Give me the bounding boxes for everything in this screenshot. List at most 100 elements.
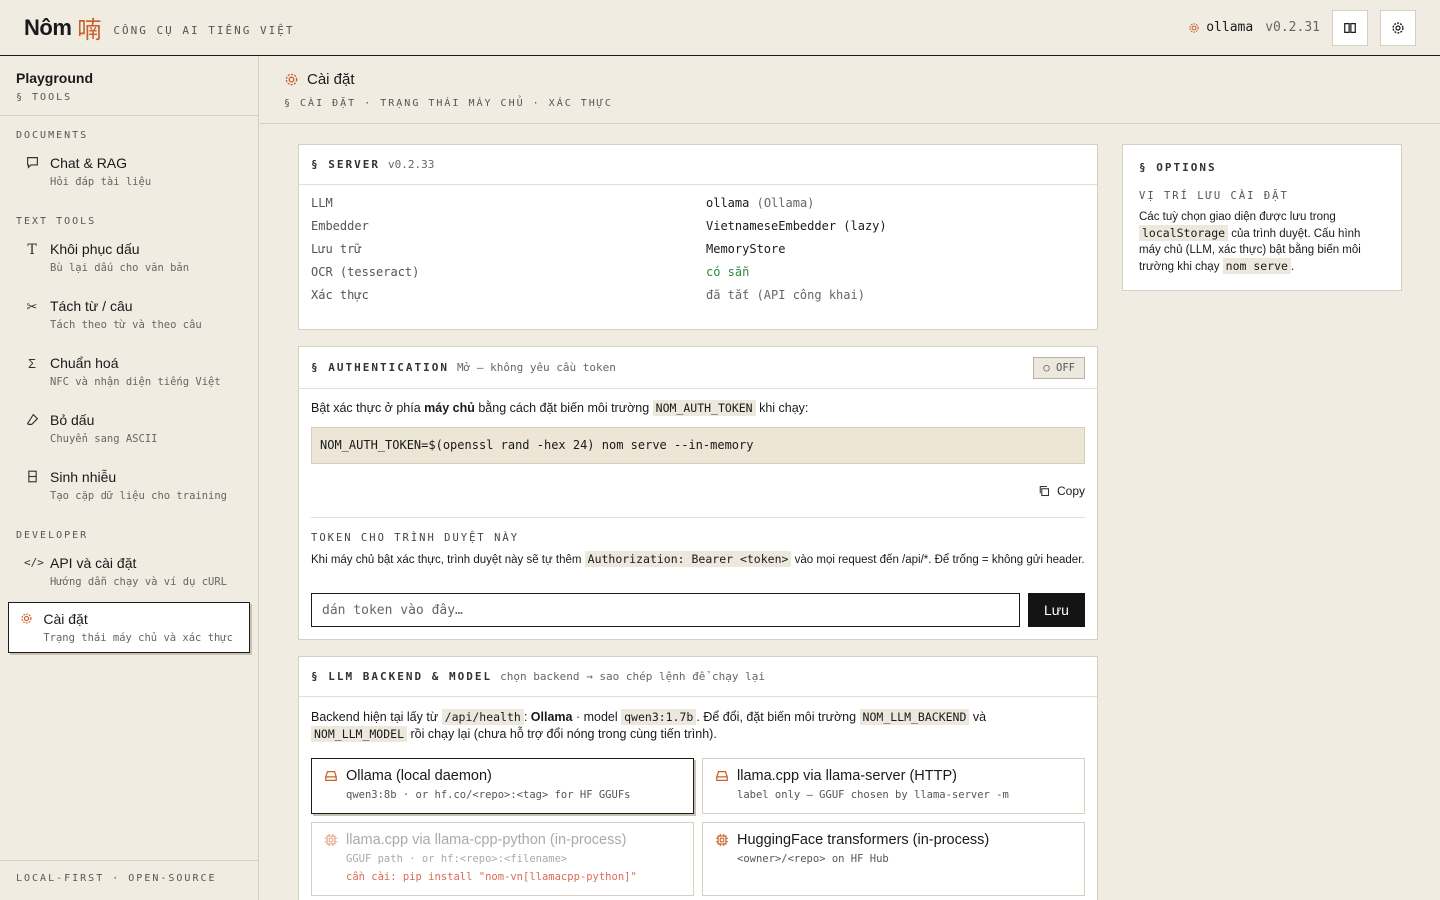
sidebar-item-label: Sinh nhiễu	[50, 469, 117, 485]
drive-icon	[325, 771, 337, 781]
settings-button[interactable]	[1380, 9, 1416, 46]
eraser-icon	[24, 412, 40, 445]
backend-option-llama-server[interactable]: llama.cpp via llama-server (HTTP) label …	[702, 758, 1085, 814]
token-input[interactable]	[311, 593, 1020, 627]
page-title-row: Cài đặt	[284, 71, 1416, 88]
sidebar-item-desc: Trạng thái máy chủ và xác thực	[43, 632, 233, 644]
backend-name: llama.cpp via llama-server (HTTP)	[737, 768, 957, 784]
tagline: CÔNG CỤ AI TIẾNG VIỆT	[113, 24, 295, 37]
section-developer: DEVELOPER	[16, 530, 89, 541]
gear-icon	[1189, 22, 1199, 33]
token-label: TOKEN CHO TRÌNH DUYỆT NÀY	[311, 532, 520, 544]
backend-name: Ollama (local daemon)	[346, 768, 492, 784]
copy-icon	[1039, 485, 1050, 497]
server-card-header: § SERVER v0.2.33	[299, 145, 1097, 185]
data-icon	[24, 469, 40, 502]
backend-name: llama.cpp via llama-cpp-python (in-proce…	[346, 832, 627, 848]
sidebar: Playground § TOOLS DOCUMENTS Chat & RAG H…	[0, 56, 259, 900]
backend-option-ollama[interactable]: Ollama (local daemon) qwen3:8b · or hf.c…	[311, 758, 694, 814]
auth-status-badge: ○ OFF	[1033, 356, 1085, 379]
llm-description: Backend hiện tại lấy từ /api/health: Oll…	[311, 709, 987, 742]
backend-hint: qwen3:8b · or hf.co/<repo>:<tag> for HF …	[346, 789, 631, 801]
text-icon: T	[27, 242, 37, 258]
token-help: Khi máy chủ bật xác thực, trình duyệt nà…	[311, 551, 1085, 567]
sidebar-item-khoi-phuc-dau[interactable]: T Khôi phục dấu Bù lại dấu cho văn bản	[8, 233, 250, 282]
auth-subtitle: Mở — không yêu cầu token	[456, 361, 616, 374]
sidebar-item-label: Chuẩn hoá	[50, 355, 119, 371]
server-key: Xác thực	[311, 288, 369, 302]
sidebar-item-desc: Hỏi đáp tài liệu	[50, 176, 152, 188]
server-key: Lưu trữ	[311, 242, 362, 256]
server-info: LLM ollama (Ollama) Embedder VietnameseE…	[299, 185, 1097, 302]
section-text-tools: TEXT TOOLS	[16, 216, 97, 227]
backend-hint: GGUF path · or hf:<repo>:<filename>	[346, 853, 568, 865]
sidebar-title: Playground	[16, 70, 94, 86]
server-value: VietnameseEmbedder (lazy)	[706, 219, 887, 233]
sigma-icon: Σ	[27, 356, 37, 371]
sidebar-item-desc: Hướng dẫn chạy và ví dụ cURL	[50, 576, 228, 588]
auth-divider	[311, 517, 1085, 518]
page-title: Cài đặt	[307, 71, 355, 88]
sidebar-item-tach-tu[interactable]: ✂ Tách từ / câu Tách theo từ và theo câu	[8, 290, 250, 339]
backend-option-transformers[interactable]: HuggingFace transformers (in-process) <o…	[702, 822, 1085, 896]
sidebar-item-label: Chat & RAG	[50, 155, 128, 171]
sidebar-item-chat-rag[interactable]: Chat & RAG Hỏi đáp tài liệu	[8, 147, 250, 196]
chat-icon	[24, 155, 40, 188]
llm-card: § LLM BACKEND & MODEL chọn backend → sao…	[298, 656, 1098, 900]
brand-name[interactable]: Nôm	[24, 15, 72, 41]
llm-title: § LLM BACKEND & MODEL	[311, 670, 493, 683]
brand-glyph: 喃	[77, 16, 102, 44]
sidebar-item-desc: Chuyển sang ASCII	[50, 433, 158, 445]
server-key: OCR (tesseract)	[311, 265, 420, 279]
llm-subtitle: chọn backend → sao chép lệnh để chạy lại	[500, 670, 765, 683]
llm-card-header: § LLM BACKEND & MODEL chọn backend → sao…	[299, 657, 1097, 697]
chip-icon	[715, 833, 729, 847]
auth-intro: Bật xác thực ở phía máy chủ bằng cách đặ…	[311, 400, 809, 416]
options-card-header: § OPTIONS	[1139, 161, 1385, 174]
options-title: § OPTIONS	[1139, 161, 1217, 174]
sidebar-item-label: Cài đặt	[43, 611, 88, 627]
sidebar-item-sinh-nhieu[interactable]: Sinh nhiễu Tạo cặp dữ liệu cho training	[8, 461, 250, 510]
options-text: Các tuỳ chọn giao diện được lưu trong lo…	[1139, 211, 1361, 274]
server-key: LLM	[311, 196, 333, 210]
backend-status: ollama v0.2.31	[1188, 20, 1320, 35]
sidebar-item-label: API và cài đặt	[50, 555, 137, 571]
server-value: đã tắt (API công khai)	[706, 288, 865, 302]
copy-button[interactable]: Copy	[1038, 484, 1085, 498]
gear-icon	[20, 611, 33, 644]
sidebar-item-desc: NFC và nhận diện tiếng Việt	[50, 376, 221, 388]
sidebar-item-label: Bỏ dấu	[50, 412, 95, 428]
server-card: § SERVER v0.2.33 LLM ollama (Ollama) Emb…	[298, 144, 1098, 330]
save-token-button[interactable]: Lưu	[1028, 593, 1085, 627]
backend-option-llama-cpp-python[interactable]: llama.cpp via llama-cpp-python (in-proce…	[311, 822, 694, 896]
auth-title: § AUTHENTICATION	[311, 361, 449, 374]
sidebar-header: Playground § TOOLS	[0, 56, 258, 116]
server-value: MemoryStore	[706, 242, 786, 256]
sidebar-item-label: Khôi phục dấu	[50, 241, 140, 257]
sidebar-item-label: Tách từ / câu	[50, 298, 133, 314]
sidebar-item-bo-dau[interactable]: Bỏ dấu Chuyển sang ASCII	[8, 404, 250, 453]
page-header: Cài đặt § CÀI ĐẶT · TRẠNG THÁI MÁY CHỦ ·…	[260, 56, 1440, 124]
gear-icon	[285, 73, 298, 86]
backend-name: HuggingFace transformers (in-process)	[737, 832, 990, 848]
backend-warning: cần cài: pip install "nom-vn[llamacpp-py…	[346, 871, 637, 883]
auth-command[interactable]: NOM_AUTH_TOKEN=$(openssl rand -hex 24) n…	[311, 427, 1085, 464]
top-actions: ollama v0.2.31	[1188, 9, 1416, 46]
scissors-icon: ✂	[26, 299, 38, 314]
sidebar-item-cai-dat[interactable]: Cài đặt Trạng thái máy chủ và xác thực	[8, 602, 250, 653]
server-value: ollama (Ollama)	[706, 196, 815, 210]
docs-button[interactable]	[1332, 9, 1368, 46]
code-icon: </>	[24, 556, 44, 569]
options-card: § OPTIONS VỊ TRÍ LƯU CÀI ĐẶT Các tuỳ chọ…	[1122, 144, 1402, 291]
server-value: có sẵn	[706, 265, 750, 279]
sidebar-item-api[interactable]: </> API và cài đặt Hướng dẫn chạy và ví d…	[8, 547, 250, 596]
breadcrumb: § CÀI ĐẶT · TRẠNG THÁI MÁY CHỦ · XÁC THỰ…	[284, 98, 613, 109]
book-icon	[1344, 22, 1356, 33]
backend-hint: <owner>/<repo> on HF Hub	[737, 853, 889, 865]
chip-icon	[324, 833, 338, 847]
sidebar-item-desc: Bù lại dấu cho văn bản	[50, 262, 190, 274]
drive-icon	[716, 771, 728, 781]
sidebar-item-chuan-hoa[interactable]: Σ Chuẩn hoá NFC và nhận diện tiếng Việt	[8, 347, 250, 396]
server-key: Embedder	[311, 219, 369, 233]
server-title: § SERVER	[311, 158, 380, 171]
